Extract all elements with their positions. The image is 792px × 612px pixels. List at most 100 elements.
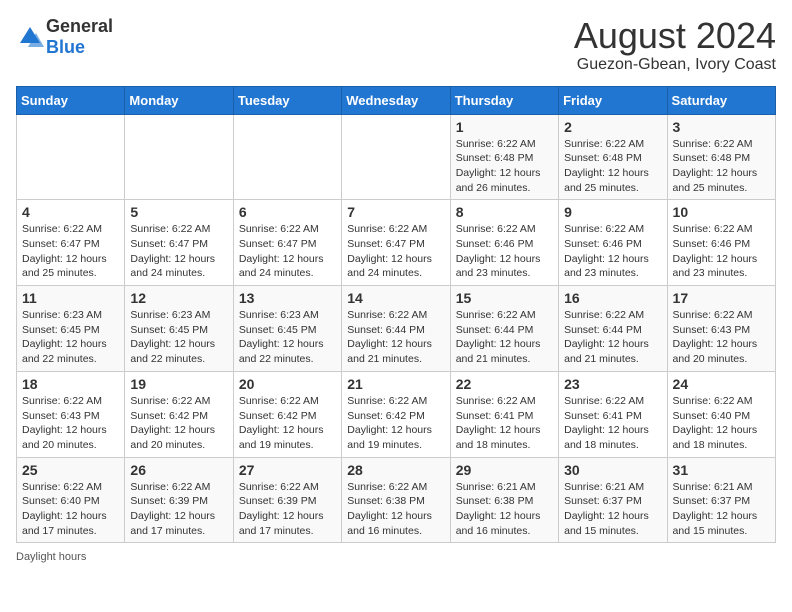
calendar-cell: 19 Sunrise: 6:22 AM Sunset: 6:42 PM Dayli… (125, 371, 233, 457)
day-detail: Sunrise: 6:22 AM Sunset: 6:41 PM Dayligh… (564, 394, 661, 453)
calendar-cell: 12Sunrise: 6:23 AM Sunset: 6:45 PM Dayli… (125, 286, 233, 372)
day-detail: Sunrise: 6:23 AM Sunset: 6:45 PM Dayligh… (239, 308, 336, 367)
calendar-cell: 18 Sunrise: 6:22 AM Sunset: 6:43 PM Dayli… (17, 371, 125, 457)
day-detail: Sunrise: 6:21 AM Sunset: 6:37 PM Dayligh… (673, 480, 770, 539)
calendar-cell: 31 Sunrise: 6:21 AM Sunset: 6:37 PM Dayli… (667, 457, 775, 543)
calendar-week-row: 1 Sunrise: 6:22 AM Sunset: 6:48 PM Daylig… (17, 114, 776, 200)
day-number: 1 (456, 119, 553, 135)
calendar-cell: 29Sunrise: 6:21 AM Sunset: 6:38 PM Dayli… (450, 457, 558, 543)
page-header: General Blue August 2024 Guezon-Gbean, I… (16, 16, 776, 74)
calendar-cell: 16 Sunrise: 6:22 AM Sunset: 6:44 PM Dayli… (559, 286, 667, 372)
day-number: 10 (673, 204, 770, 220)
day-number: 8 (456, 204, 553, 220)
day-number: 5 (130, 204, 227, 220)
day-detail: Sunrise: 6:22 AM Sunset: 6:48 PM Dayligh… (673, 137, 770, 196)
day-number: 22 (456, 376, 553, 392)
calendar-cell: 3Sunrise: 6:22 AM Sunset: 6:48 PM Daylig… (667, 114, 775, 200)
day-number: 16 (564, 290, 661, 306)
calendar-week-row: 18 Sunrise: 6:22 AM Sunset: 6:43 PM Dayli… (17, 371, 776, 457)
calendar-cell: 22 Sunrise: 6:22 AM Sunset: 6:41 PM Dayli… (450, 371, 558, 457)
calendar-cell: 6 Sunrise: 6:22 AM Sunset: 6:47 PM Daylig… (233, 200, 341, 286)
calendar-week-row: 25 Sunrise: 6:22 AM Sunset: 6:40 PM Dayli… (17, 457, 776, 543)
day-number: 31 (673, 462, 770, 478)
day-detail: Sunrise: 6:21 AM Sunset: 6:37 PM Dayligh… (564, 480, 661, 539)
calendar-cell: 28 Sunrise: 6:22 AM Sunset: 6:38 PM Dayli… (342, 457, 450, 543)
day-detail: Sunrise: 6:22 AM Sunset: 6:44 PM Dayligh… (456, 308, 553, 367)
day-detail: Sunrise: 6:22 AM Sunset: 6:47 PM Dayligh… (130, 222, 227, 281)
logo-icon (16, 23, 44, 51)
day-detail: Sunrise: 6:22 AM Sunset: 6:47 PM Dayligh… (347, 222, 444, 281)
calendar-cell: 26 Sunrise: 6:22 AM Sunset: 6:39 PM Dayli… (125, 457, 233, 543)
day-number: 24 (673, 376, 770, 392)
calendar-table: SundayMondayTuesdayWednesdayThursdayFrid… (16, 86, 776, 544)
day-number: 17 (673, 290, 770, 306)
calendar-weekday-sunday: Sunday (17, 86, 125, 114)
page-title: August 2024 (574, 16, 776, 56)
day-detail: Sunrise: 6:22 AM Sunset: 6:39 PM Dayligh… (239, 480, 336, 539)
day-number: 12 (130, 290, 227, 306)
day-detail: Sunrise: 6:22 AM Sunset: 6:48 PM Dayligh… (564, 137, 661, 196)
day-detail: Sunrise: 6:22 AM Sunset: 6:38 PM Dayligh… (347, 480, 444, 539)
title-block: August 2024 Guezon-Gbean, Ivory Coast (574, 16, 776, 74)
day-detail: Sunrise: 6:22 AM Sunset: 6:44 PM Dayligh… (347, 308, 444, 367)
day-number: 29 (456, 462, 553, 478)
calendar-weekday-thursday: Thursday (450, 86, 558, 114)
calendar-cell: 10Sunrise: 6:22 AM Sunset: 6:46 PM Dayli… (667, 200, 775, 286)
day-detail: Sunrise: 6:23 AM Sunset: 6:45 PM Dayligh… (22, 308, 119, 367)
day-detail: Sunrise: 6:22 AM Sunset: 6:41 PM Dayligh… (456, 394, 553, 453)
day-number: 23 (564, 376, 661, 392)
day-number: 6 (239, 204, 336, 220)
calendar-cell: 15Sunrise: 6:22 AM Sunset: 6:44 PM Dayli… (450, 286, 558, 372)
day-detail: Sunrise: 6:22 AM Sunset: 6:42 PM Dayligh… (239, 394, 336, 453)
day-number: 30 (564, 462, 661, 478)
day-number: 7 (347, 204, 444, 220)
day-number: 13 (239, 290, 336, 306)
calendar-weekday-wednesday: Wednesday (342, 86, 450, 114)
day-detail: Sunrise: 6:22 AM Sunset: 6:42 PM Dayligh… (130, 394, 227, 453)
day-detail: Sunrise: 6:22 AM Sunset: 6:39 PM Dayligh… (130, 480, 227, 539)
calendar-cell: 14Sunrise: 6:22 AM Sunset: 6:44 PM Dayli… (342, 286, 450, 372)
calendar-weekday-monday: Monday (125, 86, 233, 114)
day-number: 28 (347, 462, 444, 478)
calendar-cell: 30 Sunrise: 6:21 AM Sunset: 6:37 PM Dayli… (559, 457, 667, 543)
calendar-cell: 21Sunrise: 6:22 AM Sunset: 6:42 PM Dayli… (342, 371, 450, 457)
calendar-week-row: 4Sunrise: 6:22 AM Sunset: 6:47 PM Daylig… (17, 200, 776, 286)
day-detail: Sunrise: 6:22 AM Sunset: 6:47 PM Dayligh… (22, 222, 119, 281)
day-number: 20 (239, 376, 336, 392)
day-number: 25 (22, 462, 119, 478)
day-number: 9 (564, 204, 661, 220)
calendar-cell: 13 Sunrise: 6:23 AM Sunset: 6:45 PM Dayli… (233, 286, 341, 372)
logo-text-general: General (46, 16, 113, 36)
day-number: 26 (130, 462, 227, 478)
day-number: 11 (22, 290, 119, 306)
footer-note: Daylight hours (16, 551, 776, 563)
calendar-week-row: 11 Sunrise: 6:23 AM Sunset: 6:45 PM Dayli… (17, 286, 776, 372)
day-detail: Sunrise: 6:22 AM Sunset: 6:40 PM Dayligh… (22, 480, 119, 539)
calendar-cell (233, 114, 341, 200)
calendar-cell: 23 Sunrise: 6:22 AM Sunset: 6:41 PM Dayli… (559, 371, 667, 457)
day-number: 2 (564, 119, 661, 135)
day-detail: Sunrise: 6:22 AM Sunset: 6:46 PM Dayligh… (564, 222, 661, 281)
day-detail: Sunrise: 6:22 AM Sunset: 6:44 PM Dayligh… (564, 308, 661, 367)
calendar-cell: 5 Sunrise: 6:22 AM Sunset: 6:47 PM Daylig… (125, 200, 233, 286)
calendar-cell: 1 Sunrise: 6:22 AM Sunset: 6:48 PM Daylig… (450, 114, 558, 200)
calendar-header-row: SundayMondayTuesdayWednesdayThursdayFrid… (17, 86, 776, 114)
calendar-cell: 17Sunrise: 6:22 AM Sunset: 6:43 PM Dayli… (667, 286, 775, 372)
calendar-cell: 8 Sunrise: 6:22 AM Sunset: 6:46 PM Daylig… (450, 200, 558, 286)
logo-text-blue: Blue (46, 37, 85, 57)
day-detail: Sunrise: 6:22 AM Sunset: 6:43 PM Dayligh… (22, 394, 119, 453)
calendar-weekday-saturday: Saturday (667, 86, 775, 114)
calendar-cell: 27Sunrise: 6:22 AM Sunset: 6:39 PM Dayli… (233, 457, 341, 543)
day-detail: Sunrise: 6:22 AM Sunset: 6:46 PM Dayligh… (456, 222, 553, 281)
day-number: 19 (130, 376, 227, 392)
calendar-cell: 9 Sunrise: 6:22 AM Sunset: 6:46 PM Daylig… (559, 200, 667, 286)
day-number: 18 (22, 376, 119, 392)
day-detail: Sunrise: 6:22 AM Sunset: 6:47 PM Dayligh… (239, 222, 336, 281)
day-detail: Sunrise: 6:22 AM Sunset: 6:42 PM Dayligh… (347, 394, 444, 453)
calendar-cell: 11 Sunrise: 6:23 AM Sunset: 6:45 PM Dayli… (17, 286, 125, 372)
calendar-cell (17, 114, 125, 200)
calendar-cell (342, 114, 450, 200)
day-detail: Sunrise: 6:22 AM Sunset: 6:40 PM Dayligh… (673, 394, 770, 453)
day-detail: Sunrise: 6:22 AM Sunset: 6:48 PM Dayligh… (456, 137, 553, 196)
calendar-weekday-friday: Friday (559, 86, 667, 114)
